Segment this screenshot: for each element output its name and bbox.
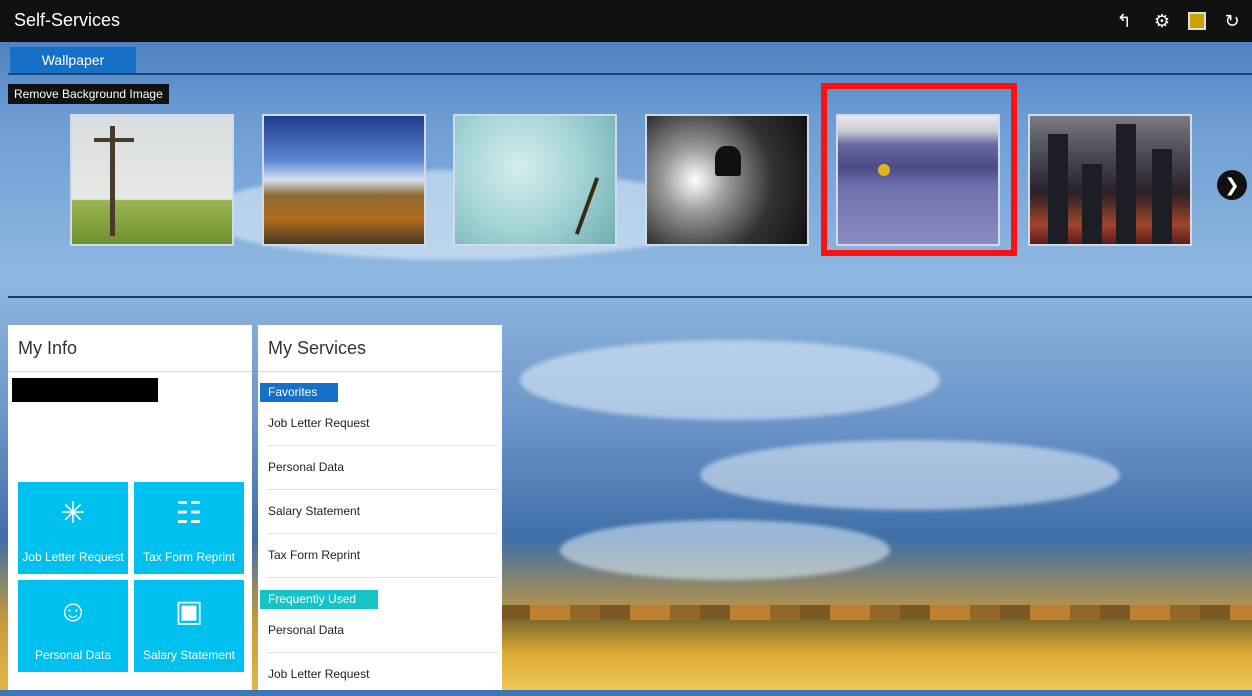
app-title: Self-Services	[14, 10, 121, 30]
top-bar: Self-Services ↰ ⚙ ↻	[0, 0, 1252, 42]
wallpaper-thumbnail-snowboarder[interactable]	[645, 114, 809, 246]
signpost-arm	[94, 138, 134, 142]
my-info-panel: My Info ✳ Job Letter Request ☷ Tax Form …	[8, 325, 252, 690]
tile-label: Personal Data	[34, 648, 112, 662]
section-divider	[8, 296, 1252, 298]
signpost-pole	[110, 126, 115, 236]
wallpaper-thumbnail-city-night[interactable]	[1028, 114, 1192, 246]
tile-job-letter-request[interactable]: ✳ Job Letter Request	[18, 482, 128, 574]
refresh-icon[interactable]: ↻	[1220, 9, 1244, 33]
my-services-title: My Services	[258, 325, 502, 372]
my-info-title: My Info	[8, 325, 252, 372]
palm-icon: ✳	[60, 497, 86, 530]
tile-label: Salary Statement	[142, 648, 236, 662]
service-link[interactable]: Tax Form Reprint	[268, 534, 498, 578]
snowboarder-figure	[715, 146, 741, 176]
toolbar-icons: ↰ ⚙ ↻	[1112, 9, 1244, 33]
org-chart-icon: ☷	[175, 497, 203, 530]
back-icon[interactable]: ↰	[1112, 9, 1136, 33]
service-link[interactable]: Personal Data	[268, 446, 498, 490]
tab-wallpaper[interactable]: Wallpaper	[10, 47, 136, 73]
background-cloud	[520, 340, 940, 420]
tower	[1116, 124, 1136, 244]
tile-tax-form-reprint[interactable]: ☷ Tax Form Reprint	[134, 482, 244, 574]
service-link[interactable]: Personal Data	[268, 609, 498, 653]
background-cloud	[700, 440, 1120, 510]
chevron-right-icon[interactable]: ❯	[1217, 170, 1247, 200]
background-field	[500, 620, 1252, 690]
dandelion-stem	[574, 177, 600, 235]
wallpaper-thumbnail-dandelion[interactable]	[453, 114, 617, 246]
tower	[1082, 164, 1102, 244]
my-services-panel: My Services Favorites Job Letter Request…	[258, 325, 502, 690]
tower	[1152, 149, 1172, 244]
service-link[interactable]: Salary Statement	[268, 490, 498, 534]
favorites-label: Favorites	[260, 383, 338, 402]
selected-wallpaper-highlight	[821, 83, 1017, 256]
tile-label: Tax Form Reprint	[142, 550, 236, 564]
person-board-icon: ☺	[57, 595, 89, 628]
tab-underline	[8, 73, 1252, 75]
tower	[1048, 134, 1068, 244]
background-cloud	[560, 520, 890, 580]
image-icon[interactable]	[1188, 12, 1206, 30]
remove-background-tooltip[interactable]: Remove Background Image	[8, 84, 169, 104]
tile-label: Job Letter Request	[22, 550, 124, 564]
tile-personal-data[interactable]: ☺ Personal Data	[18, 580, 128, 672]
wallpaper-thumbnail-signpost[interactable]	[70, 114, 234, 246]
frequently-used-label: Frequently Used	[260, 590, 378, 609]
service-link[interactable]: Job Letter Request	[268, 402, 498, 446]
wallpaper-thumbnail-sky-road[interactable]	[262, 114, 426, 246]
redacted-name	[12, 378, 158, 402]
settings-icon[interactable]: ⚙	[1150, 9, 1174, 33]
tile-salary-statement[interactable]: ▣ Salary Statement	[134, 580, 244, 672]
money-icon: ▣	[174, 595, 204, 628]
